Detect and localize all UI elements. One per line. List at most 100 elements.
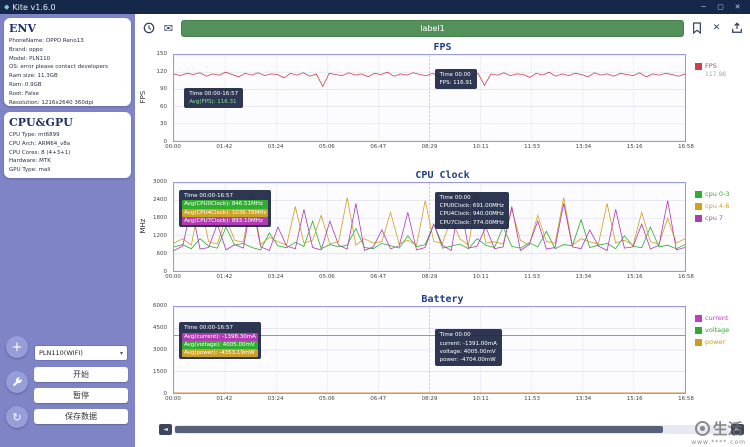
main-area: ✉ label1 ✕ FPS FPS 0 30 60 90 120 150 Ti…	[135, 14, 750, 447]
legend-swatch-icon	[695, 314, 702, 322]
scrollbar-track[interactable]	[174, 425, 729, 434]
x-tick-label: 03:24	[267, 144, 284, 150]
start-button[interactable]: 开始	[34, 367, 128, 382]
window-title: Kite v1.6.0	[12, 2, 56, 12]
fps-chart: FPS FPS 0 30 60 90 120 150 Time 00:00-16:57 Av…	[137, 42, 748, 150]
refresh-icon: ↻	[12, 410, 22, 424]
x-tick-label: 05:06	[318, 274, 335, 280]
timeline-scrollbar: ◄ ►	[159, 424, 744, 435]
chart-canvas	[174, 55, 685, 141]
x-tick-label: 15:16	[626, 396, 643, 402]
bookmark-button[interactable]	[689, 21, 704, 36]
x-tick-label: 13:34	[575, 396, 592, 402]
legend-item[interactable]: FPS	[695, 62, 744, 70]
x-tick-label: 06:47	[370, 396, 387, 402]
x-tick-label: 06:47	[370, 144, 387, 150]
x-tick-label: 01:42	[216, 396, 233, 402]
plot-area[interactable]: Time 00:00-16:57 Avg(current): -1398.30mA…	[173, 306, 686, 394]
legend-item[interactable]: cpu 7	[695, 214, 744, 222]
reset-button[interactable]: ↻	[6, 406, 28, 428]
legend-item[interactable]: cpu 4-6	[695, 202, 744, 210]
x-tick-label: 15:16	[626, 274, 643, 280]
save-data-button[interactable]: 保存数据	[34, 409, 128, 424]
y-axis-ticks: 0 30 60 90 120 150	[145, 51, 170, 145]
x-tick-label: 08:29	[421, 396, 438, 402]
battery-chart: Battery 0 1500 3000 4500 6000 Time 00:00-16:…	[137, 294, 748, 402]
legend-swatch-icon	[695, 202, 702, 210]
cpu-gpu-line: CPU Type: mt6899	[9, 132, 60, 138]
titlebar: ◆ Kite v1.6.0 ─ ▢ ✕	[0, 0, 750, 14]
y-tick-label: 30	[160, 121, 167, 128]
chart-canvas	[174, 183, 685, 271]
y-tick-label: 3000	[153, 179, 167, 185]
env-line: Rom: 0.9GB	[9, 81, 42, 88]
close-x-icon: ✕	[712, 23, 721, 33]
y-tick-label: 4500	[153, 325, 167, 331]
cpu-gpu-line: CPU Arch: ARM64_v8a	[9, 140, 71, 147]
y-axis-ticks: 0 1500 3000 4500 6000	[145, 303, 170, 397]
pause-button[interactable]: 暂停	[34, 388, 128, 403]
device-select[interactable]: PLN110(WIFI) ▾	[34, 345, 128, 361]
legend-item[interactable]: voltage	[695, 326, 744, 334]
env-panel: ENV PhoneName: OPPO Reno13 Brand: oppo M…	[4, 18, 131, 106]
x-tick-label: 16:58	[678, 274, 694, 280]
legend-item[interactable]: current	[695, 314, 744, 322]
plot-area[interactable]: Time 00:00-16:57 Avg(CPU0Clock): 846.51MH…	[173, 182, 686, 272]
x-tick-label: 01:42	[216, 144, 233, 150]
plot-area[interactable]: Time 00:00-16:57 Avg(FPS): 116.31 Time 00:…	[173, 54, 686, 142]
chart-legend: cpu 0-3 cpu 4-6 cpu 7	[686, 190, 744, 226]
clear-button[interactable]: ✕	[709, 21, 724, 36]
legend-label: power	[705, 338, 726, 346]
sidebar: ENV PhoneName: OPPO Reno13 Brand: oppo M…	[0, 14, 135, 447]
message-button[interactable]: ✉	[161, 21, 176, 36]
legend-swatch-icon	[695, 62, 702, 70]
y-tick-label: 60	[160, 103, 167, 110]
close-button[interactable]: ✕	[729, 0, 746, 14]
legend-label: cpu 4-6	[705, 202, 730, 210]
legend-item[interactable]: cpu 0-3	[695, 190, 744, 198]
scroll-right-button[interactable]: ►	[731, 424, 744, 435]
x-tick-label: 01:42	[216, 274, 233, 280]
chart-legend: current voltage power	[686, 314, 744, 350]
legend-label: current	[705, 314, 729, 322]
env-line: PhoneName: OPPO Reno13	[9, 38, 84, 44]
y-axis-ticks: 0 600 1200 1800 2400 3000	[145, 179, 170, 275]
tools-button[interactable]	[6, 371, 28, 393]
export-button[interactable]	[729, 21, 744, 36]
maximize-button[interactable]: ▢	[712, 0, 729, 14]
x-tick-label: 00:00	[165, 274, 181, 280]
legend-label: FPS	[705, 62, 717, 70]
history-clock-button[interactable]	[141, 21, 156, 36]
legend-swatch-icon	[695, 214, 702, 222]
legend-swatch-icon	[695, 190, 702, 198]
chart-title: FPS	[433, 42, 452, 53]
arrow-right-icon: ►	[735, 426, 740, 433]
chart-canvas	[174, 307, 685, 393]
x-tick-label: 08:29	[421, 274, 438, 280]
x-tick-label: 15:16	[626, 144, 643, 150]
x-tick-label: 10:11	[472, 144, 489, 150]
device-select-value: PLN110(WIFI)	[39, 349, 83, 357]
y-tick-label: 2400	[153, 197, 167, 203]
x-tick-label: 10:11	[472, 274, 489, 280]
session-label-bar[interactable]: label1	[181, 19, 684, 37]
x-tick-label: 06:47	[370, 274, 387, 280]
cpu-gpu-panel: CPU&GPU CPU Type: mt6899 CPU Arch: ARM64…	[4, 112, 131, 178]
x-tick-label: 10:11	[472, 396, 489, 402]
cpu-clock-chart: CPU Clock MHz 0 600 1200 1800 2400 3000 Time …	[137, 170, 748, 280]
legend-item[interactable]: power	[695, 338, 744, 346]
x-tick-label: 05:06	[318, 144, 335, 150]
x-tick-label: 16:58	[678, 144, 694, 150]
x-tick-label: 03:24	[267, 396, 284, 402]
cpu-gpu-panel-title: CPU&GPU	[9, 116, 73, 129]
scrollbar-thumb[interactable]	[175, 426, 664, 433]
add-button[interactable]: +	[6, 336, 28, 358]
scroll-left-button[interactable]: ◄	[159, 424, 172, 435]
env-line: Model: PLN110	[9, 55, 51, 62]
legend-label: cpu 0-3	[705, 190, 730, 198]
env-line: Root: False	[9, 90, 39, 97]
session-label-text: label1	[420, 23, 445, 33]
x-tick-label: 00:00	[165, 396, 181, 402]
y-tick-label: 600	[156, 251, 168, 257]
minimize-button[interactable]: ─	[695, 0, 712, 14]
